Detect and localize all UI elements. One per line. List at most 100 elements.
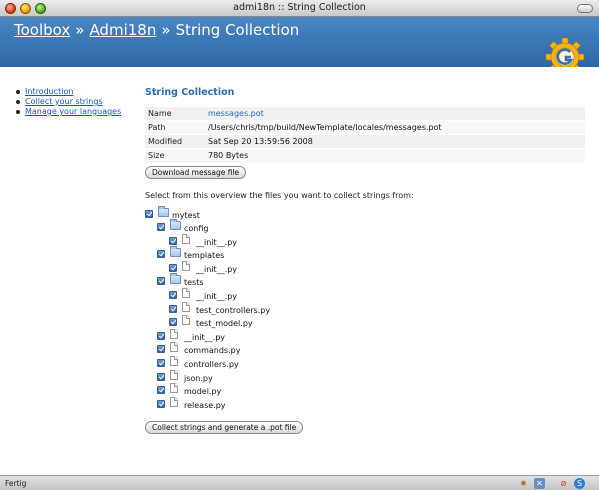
tree-item-label: model.py — [184, 387, 222, 397]
file-icon — [170, 383, 178, 394]
tree-item-label: tests — [184, 278, 204, 288]
file-icon — [182, 288, 190, 299]
table-row: Path /Users/chris/tmp/build/NewTemplate/… — [145, 120, 585, 135]
breadcrumb-toolbox-link[interactable]: Toolbox — [14, 21, 70, 39]
window-title: admi18n :: String Collection — [233, 2, 366, 13]
modified-label: Modified — [145, 134, 205, 149]
sidebar-item-manage: Manage your languages — [16, 107, 121, 117]
tree-row: __init__.py — [145, 288, 585, 303]
breadcrumb-separator: » — [75, 21, 85, 39]
sidebar-item-introduction: Introduction — [16, 87, 121, 97]
tree-item-label: commands.py — [184, 346, 241, 356]
tree-row: model.py — [145, 383, 585, 398]
main-panel: String Collection Name messages.pot Path… — [145, 87, 585, 435]
tree-row: mytest — [145, 205, 585, 222]
tree-checkbox[interactable] — [169, 236, 177, 245]
name-label: Name — [145, 106, 205, 121]
tree-item-label: release.py — [184, 400, 226, 410]
sidebar-link-manage[interactable]: Manage your languages — [25, 107, 121, 116]
tree-checkbox[interactable] — [169, 304, 177, 313]
sidebar-item-collect: Collect your strings — [16, 97, 121, 107]
modified-value: Sat Sep 20 13:59:56 2008 — [205, 134, 585, 149]
collect-strings-button[interactable]: Collect strings and generate a .pot file — [145, 421, 304, 435]
tree-checkbox[interactable] — [157, 250, 165, 259]
status-text: Fertig — [5, 479, 27, 488]
tree-item-label: __init__.py — [184, 332, 226, 342]
page-title: String Collection — [145, 87, 235, 98]
window-titlebar: admi18n :: String Collection — [0, 0, 599, 17]
toolbar-toggle-icon[interactable] — [577, 4, 593, 13]
tree-checkbox[interactable] — [169, 263, 177, 272]
tree-checkbox[interactable] — [157, 386, 165, 395]
file-icon — [170, 396, 178, 407]
page-content: Introduction Collect your strings Manage… — [0, 67, 599, 475]
path-label: Path — [145, 120, 205, 135]
breadcrumb-admi18n-link[interactable]: Admi18n — [89, 21, 156, 39]
tree-item-label: controllers.py — [184, 360, 239, 370]
download-message-file-button[interactable]: Download message file — [145, 165, 247, 179]
status-bar: Fertig ✹ ✕ ⊘ S — [0, 475, 599, 490]
table-row: Name messages.pot — [145, 106, 585, 121]
header-banner: Toolbox» Admi18n» String Collection — [0, 17, 599, 77]
tree-item-label: test_controllers.py — [196, 305, 271, 315]
folder-icon — [170, 246, 181, 258]
file-icon — [182, 301, 190, 312]
tree-checkbox[interactable] — [157, 399, 165, 408]
breadcrumb-current: String Collection — [175, 21, 300, 39]
file-icon — [182, 233, 190, 244]
tree-row: test_model.py — [145, 315, 585, 330]
size-label: Size — [145, 148, 205, 163]
tree-item-label: __init__.py — [196, 264, 238, 274]
file-info-table: Name messages.pot Path /Users/chris/tmp/… — [145, 106, 585, 163]
skype-icon[interactable]: S — [574, 478, 585, 489]
tree-row: tests — [145, 273, 585, 289]
folder-icon — [170, 273, 181, 285]
table-row: Modified Sat Sep 20 13:59:56 2008 — [145, 134, 585, 149]
size-value: 780 Bytes — [205, 148, 585, 163]
file-tree: mytest config __init__.py templates __init__… — [145, 205, 585, 412]
folder-icon — [158, 205, 169, 217]
tree-item-label: templates — [184, 251, 225, 261]
tree-checkbox[interactable] — [157, 331, 165, 340]
path-value: /Users/chris/tmp/build/NewTemplate/local… — [205, 120, 585, 135]
tree-row: templates — [145, 246, 585, 262]
tree-checkbox[interactable] — [157, 372, 165, 381]
file-icon — [170, 328, 178, 339]
table-row: Size 780 Bytes — [145, 148, 585, 163]
tree-row: json.py — [145, 369, 585, 385]
tree-row: controllers.py — [145, 356, 585, 371]
tree-checkbox[interactable] — [169, 291, 177, 300]
tree-item-label: config — [184, 224, 209, 234]
tree-row: commands.py — [145, 342, 585, 357]
file-icon — [182, 315, 190, 326]
tree-row: __init__.py — [145, 260, 585, 276]
noscript-icon[interactable]: ⊘ — [558, 478, 569, 489]
file-selection-prompt: Select from this overview the files you … — [145, 190, 414, 200]
file-icon — [182, 260, 190, 271]
tree-checkbox[interactable] — [145, 209, 153, 218]
tree-item-label: test_model.py — [196, 319, 253, 329]
breadcrumb: Toolbox» Admi18n» String Collection — [14, 21, 299, 39]
tree-checkbox[interactable] — [157, 277, 165, 286]
sidebar-link-collect[interactable]: Collect your strings — [25, 97, 103, 106]
tree-row: test_controllers.py — [145, 301, 585, 317]
file-icon — [170, 356, 178, 367]
sidebar-nav: Introduction Collect your strings Manage… — [16, 87, 121, 117]
breadcrumb-separator: » — [161, 21, 171, 39]
file-name-link[interactable]: messages.pot — [208, 109, 264, 118]
tree-checkbox[interactable] — [157, 345, 165, 354]
tree-item-label: __init__.py — [196, 237, 238, 247]
tree-item-label: json.py — [184, 373, 213, 383]
tree-item-label: __init__.py — [196, 292, 238, 302]
tree-row: release.py — [145, 396, 585, 412]
close-icon[interactable]: ✕ — [534, 478, 545, 489]
addon-icon[interactable]: ✹ — [518, 478, 529, 489]
tree-row: __init__.py — [145, 328, 585, 344]
tree-checkbox[interactable] — [169, 318, 177, 327]
tree-checkbox[interactable] — [157, 359, 165, 368]
file-icon — [170, 342, 178, 353]
tree-row: __init__.py — [145, 233, 585, 249]
file-icon — [170, 369, 178, 380]
sidebar-link-introduction[interactable]: Introduction — [25, 87, 73, 96]
tree-checkbox[interactable] — [157, 223, 165, 232]
